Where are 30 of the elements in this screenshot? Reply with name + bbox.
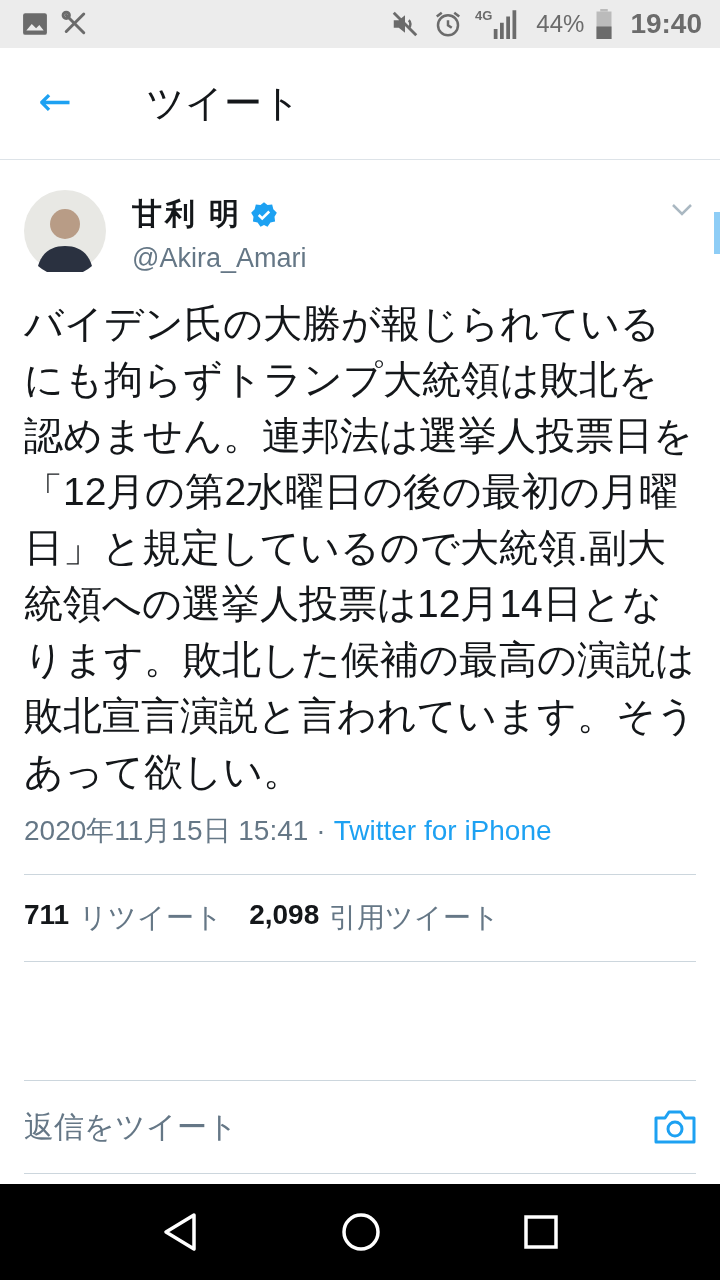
reply-field[interactable]: 返信をツイート [24,1110,654,1144]
author-handle: @Akira_Amari [132,243,308,274]
chevron-down-icon [670,202,694,218]
tweet-text: バイデン氏の大勝が報じられているにも拘らずトランプ大統領は敗北を認めません。連邦法は選挙人投票日を「12月の第2水曜日の後の最初の月曜日」と規定しているので大統領.副大統領への選挙人投票は12月14日となります。敗北した候補の最高の演説は敗北宣言演説と言われています。そうあって欲しい。 [24,301,696,795]
battery-percent: 44% [536,10,585,38]
scrollbar-icon [714,212,720,254]
camera-icon [654,1109,696,1145]
recents-nav-button[interactable] [524,1215,559,1249]
stat-count: 711 [24,899,70,932]
page-title: ツイート [146,81,301,126]
stat-label: 引用ツイート [329,901,501,935]
network-type: 4G [475,9,493,23]
stat-label: リツイート [79,901,224,935]
signal-icon [492,9,519,39]
camera-button[interactable] [654,1109,696,1145]
image-icon [22,11,48,37]
alarm-icon [433,9,463,39]
separator-dot: · [316,815,326,847]
square-icon [524,1215,559,1249]
stat-count: 2,098 [249,899,320,932]
circle-icon [341,1212,381,1252]
home-nav-button[interactable] [341,1212,381,1252]
triangle-icon [161,1212,198,1252]
back-button[interactable]: ← [0,77,110,130]
author-name: 甘利 明 [132,196,243,232]
source-link[interactable]: Twitter for iPhone [333,815,552,847]
battery-icon [596,9,613,39]
clock-time: 19:40 [630,8,702,40]
tweet-timestamp: 2020年11月15日 15:41 [24,814,309,848]
back-nav-button[interactable] [161,1212,198,1252]
